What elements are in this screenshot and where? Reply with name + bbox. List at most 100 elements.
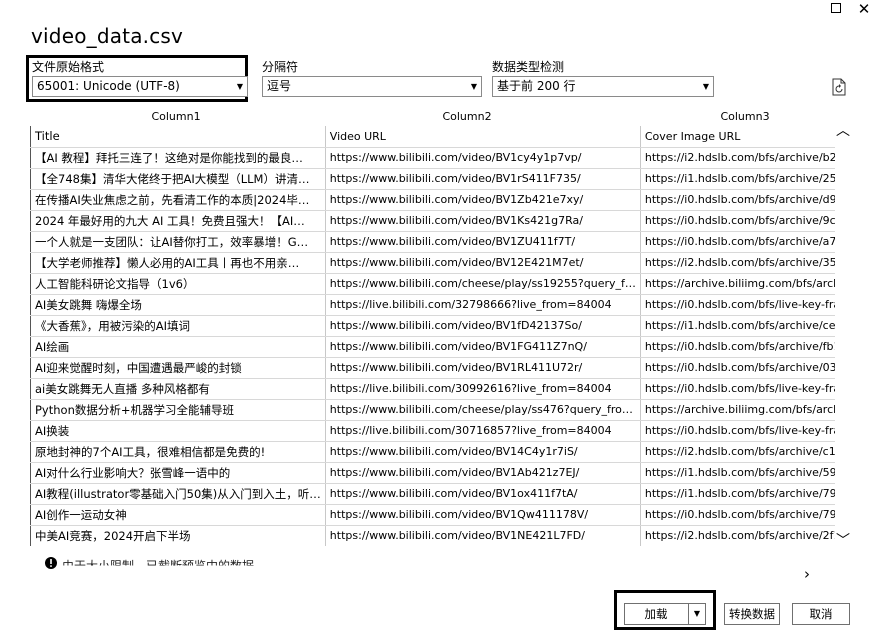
chevron-right-icon[interactable]: ›: [804, 565, 810, 583]
table-body: 【AI 教程】拜托三连了！这绝对是你能找到的最良… https://www.bil…: [30, 147, 835, 546]
cell-cover-url: https://i0.hdslb.com/bfs/archive/036dc6a…: [640, 357, 835, 379]
cell-cover-url: https://i0.hdslb.com/bfs/archive/9c2c5c2…: [640, 210, 835, 232]
chevron-down-icon[interactable]: ﹀: [836, 530, 850, 550]
encoding-label: 文件原始格式: [32, 60, 105, 74]
cell-video-url: https://www.bilibili.com/video/BV1Zb421e…: [325, 189, 641, 211]
chevron-down-icon: ▼: [702, 82, 709, 91]
table-row: 《大香蕉》，用被污染的AI填词 https://www.bilibili.com/…: [30, 315, 835, 337]
cell-title: ai美女跳舞无人直播 多种风格都有: [30, 378, 326, 400]
cell-video-url: https://www.bilibili.com/video/BV1ZU411f…: [325, 231, 641, 253]
load-button-label: 加载: [644, 607, 668, 621]
cell-title: 【大学老师推荐】懒人必用的AI工具丨再也不用亲…: [30, 252, 326, 274]
transform-data-button[interactable]: 转换数据: [724, 603, 780, 625]
cell-video-url: https://live.bilibili.com/30716857?live_…: [325, 420, 641, 442]
delimiter-label: 分隔符: [262, 60, 299, 74]
cell-cover-url: https://i0.hdslb.com/bfs/live-key-frame/…: [640, 420, 835, 442]
cell-title: AI创作一运动女神: [30, 504, 326, 526]
table-row: AI创作一运动女神 https://www.bilibili.com/video/…: [30, 504, 835, 526]
table-row: 一个人就是一支团队：让AI替你打工，效率暴增！G… https://www.bil…: [30, 231, 835, 253]
chevron-down-icon[interactable]: ▼: [688, 604, 705, 624]
cell-video-url: https://www.bilibili.com/cheese/play/ss4…: [325, 399, 641, 421]
cell-title: 一个人就是一支团队：让AI替你打工，效率暴增！G…: [30, 231, 326, 253]
preview-table: Title Video URL Cover Image URL 【AI 教程】拜…: [30, 126, 835, 546]
cell-title: 《大香蕉》，用被污染的AI填词: [30, 315, 326, 337]
table-row: 人工智能科研论文指导（1v6） https://www.bilibili.com/…: [30, 273, 835, 295]
cell-cover-url: https://i1.hdslb.com/bfs/archive/cee9c6a…: [640, 315, 835, 337]
cell-cover-url: https://i1.hdslb.com/bfs/archive/590b889…: [640, 462, 835, 484]
cell-title: 2024 年最好用的九大 AI 工具！免费且强大！【AI…: [30, 210, 326, 232]
detection-select[interactable]: 基于前 200 行 ▼: [492, 76, 714, 97]
cell-cover-url: https://archive.biliimg.com/bfs/archive/…: [640, 399, 835, 421]
cell-cover-url: https://i0.hdslb.com/bfs/live-key-frame/…: [640, 294, 835, 316]
table-row: AI绘画 https://www.bilibili.com/video/BV1FG…: [30, 336, 835, 358]
cell-cover-url: https://i0.hdslb.com/bfs/live-key-frame/…: [640, 378, 835, 400]
preview-grid: Title Video URL Cover Image URL 【AI 教程】拜…: [30, 126, 835, 546]
table-row: 在传播AI失业焦虑之前，先看清工作的本质|2024毕… https://www.b…: [30, 189, 835, 211]
detection-value: 基于前 200 行: [497, 79, 576, 93]
cell-video-url: https://live.bilibili.com/32798666?live_…: [325, 294, 641, 316]
column-group-1: Column1: [151, 110, 201, 123]
cell-title: 【AI 教程】拜托三连了！这绝对是你能找到的最良…: [30, 147, 326, 169]
maximize-icon: [831, 3, 841, 13]
cell-title: AI迎来觉醒时刻，中国遭遇最严峻的封锁: [30, 357, 326, 379]
cell-video-url: https://www.bilibili.com/video/BV1fD4213…: [325, 315, 641, 337]
cell-video-url: https://www.bilibili.com/video/BV1ox411f…: [325, 483, 641, 505]
vertical-scrollbar[interactable]: ︿ ﹀: [836, 120, 850, 550]
encoding-value: 65001: Unicode (UTF-8): [37, 79, 180, 93]
cell-cover-url: https://i0.hdslb.com/bfs/archive/fb1507a…: [640, 336, 835, 358]
cell-title: 【全748集】清华大佬终于把AI大模型（LLM）讲清…: [30, 168, 326, 190]
cell-video-url: https://www.bilibili.com/video/BV14C4y1r…: [325, 441, 641, 463]
delimiter-select[interactable]: 逗号 ▼: [262, 76, 482, 97]
cell-video-url: https://www.bilibili.com/video/BV1Ks421g…: [325, 210, 641, 232]
cell-title: 中美AI竞赛，2024开启下半场: [30, 525, 326, 546]
table-row: 【全748集】清华大佬终于把AI大模型（LLM）讲清… https://www.b…: [30, 168, 835, 190]
cell-title: AI教程(illustrator零基础入门50集)从入门到入土，听…: [30, 483, 326, 505]
cell-cover-url: https://archive.biliimg.com/bfs/archive/…: [640, 273, 835, 295]
load-button[interactable]: 加载 ▼: [624, 603, 706, 625]
table-row: AI美女跳舞 嗨爆全场 https://live.bilibili.com/327…: [30, 294, 835, 316]
cell-title: 原地封神的7个AI工具，很难相信都是免费的!: [30, 441, 326, 463]
refresh-document-icon[interactable]: [831, 78, 847, 96]
dialog-title: video_data.csv: [31, 24, 184, 48]
cell-cover-url: https://i0.hdslb.com/bfs/archive/d94eb47…: [640, 189, 835, 211]
header-row: Title Video URL Cover Image URL: [30, 126, 835, 148]
table-row: AI迎来觉醒时刻，中国遭遇最严峻的封锁 https://www.bilibili.…: [30, 357, 835, 379]
table-row: 【大学老师推荐】懒人必用的AI工具丨再也不用亲… https://www.bili…: [30, 252, 835, 274]
cell-video-url: https://www.bilibili.com/video/BV1cy4y1p…: [325, 147, 641, 169]
warning-icon: [45, 557, 57, 569]
header-cell-video-url: Video URL: [325, 126, 641, 148]
cell-video-url: https://www.bilibili.com/video/BV1Ab421z…: [325, 462, 641, 484]
table-row: AI教程(illustrator零基础入门50集)从入门到入土，听… https:…: [30, 483, 835, 505]
cell-video-url: https://www.bilibili.com/video/BV1Qw4111…: [325, 504, 641, 526]
close-button[interactable]: ✕: [855, 0, 873, 18]
cell-title: 人工智能科研论文指导（1v6）: [30, 273, 326, 295]
table-row: AI对什么行业影响大？张雪峰一语中的 https://www.bilibili.c…: [30, 462, 835, 484]
table-row: 【AI 教程】拜托三连了！这绝对是你能找到的最良… https://www.bil…: [30, 147, 835, 169]
cell-video-url: https://live.bilibili.com/30992616?live_…: [325, 378, 641, 400]
chevron-up-icon[interactable]: ︿: [836, 120, 850, 140]
table-row: 原地封神的7个AI工具，很难相信都是免费的! https://www.bilibi…: [30, 441, 835, 463]
chevron-down-icon: ▼: [236, 82, 243, 91]
cell-title: AI绘画: [30, 336, 326, 358]
cancel-button[interactable]: 取消: [792, 603, 850, 625]
cell-cover-url: https://i2.hdslb.com/bfs/archive/3574651…: [640, 252, 835, 274]
cell-video-url: https://www.bilibili.com/video/BV1FG411Z…: [325, 336, 641, 358]
cell-title: AI对什么行业影响大？张雪峰一语中的: [30, 462, 326, 484]
cell-video-url: https://www.bilibili.com/cheese/play/ss1…: [325, 273, 641, 295]
cell-cover-url: https://i1.hdslb.com/bfs/archive/79af2be…: [640, 483, 835, 505]
table-row: 2024 年最好用的九大 AI 工具！免费且强大！【AI… https://www…: [30, 210, 835, 232]
detection-label: 数据类型检测: [492, 60, 565, 74]
column-group-2: Column2: [442, 110, 492, 123]
encoding-select[interactable]: 65001: Unicode (UTF-8) ▼: [32, 76, 248, 97]
cell-cover-url: https://i0.hdslb.com/bfs/archive/a73e5ad…: [640, 231, 835, 253]
maximize-button[interactable]: [827, 0, 845, 18]
table-row: ai美女跳舞无人直播 多种风格都有 https://live.bilibili.c…: [30, 378, 835, 400]
close-icon: ✕: [857, 0, 871, 18]
cell-title: 在传播AI失业焦虑之前，先看清工作的本质|2024毕…: [30, 189, 326, 211]
delimiter-value: 逗号: [267, 79, 292, 93]
cell-video-url: https://www.bilibili.com/video/BV1rS411F…: [325, 168, 641, 190]
header-cell-title: Title: [30, 126, 326, 148]
chevron-down-icon: ▼: [470, 82, 477, 91]
truncation-notice: 由于大小限制，已截断预览中的数据。: [62, 559, 267, 573]
cell-video-url: https://www.bilibili.com/video/BV1RL411U…: [325, 357, 641, 379]
